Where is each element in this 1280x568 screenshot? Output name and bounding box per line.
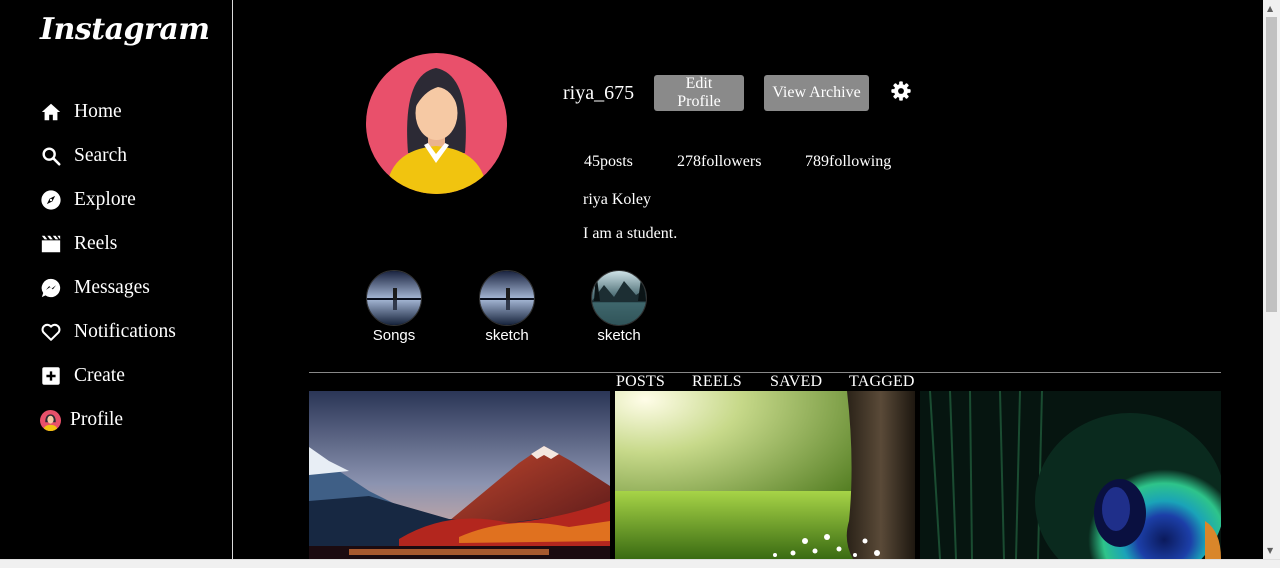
followers-count[interactable]: 278followers <box>677 153 761 171</box>
plus-square-icon <box>40 365 62 387</box>
highlight-label: sketch <box>485 327 529 344</box>
tab-reels[interactable]: REELS <box>692 373 742 391</box>
home-icon <box>40 101 62 123</box>
sidebar-item-search[interactable]: Search <box>40 134 176 178</box>
post-thumbnail[interactable] <box>920 391 1221 559</box>
story-highlight[interactable]: Songs <box>359 270 429 344</box>
sidebar-item-label: Messages <box>74 277 150 298</box>
compass-icon <box>40 189 62 211</box>
heart-icon <box>40 321 62 343</box>
gear-icon[interactable] <box>890 80 912 102</box>
sidebar-item-label: Create <box>74 365 125 386</box>
sidebar-item-profile[interactable]: Profile <box>40 398 176 442</box>
sidebar-item-home[interactable]: Home <box>40 90 176 134</box>
reels-icon <box>40 233 62 255</box>
highlight-label: Songs <box>372 327 416 344</box>
story-highlight[interactable]: sketch <box>584 270 654 344</box>
view-archive-button[interactable]: View Archive <box>764 75 869 111</box>
scroll-up-arrow-icon[interactable]: ▲ <box>1267 4 1273 13</box>
vertical-scrollbar[interactable]: ▲ ▼ <box>1263 0 1280 559</box>
tabs-divider <box>309 372 1221 373</box>
profile-avatar[interactable] <box>366 53 507 194</box>
sidebar-item-messages[interactable]: Messages <box>40 266 176 310</box>
highlight-thumbnail <box>479 270 535 326</box>
instagram-logo[interactable]: Instagram <box>40 12 210 47</box>
tab-saved[interactable]: SAVED <box>770 373 822 391</box>
post-thumbnail[interactable] <box>309 391 610 559</box>
profile-bio: I am a student. <box>583 225 678 242</box>
sidebar-item-create[interactable]: Create <box>40 354 176 398</box>
scrollbar-thumb[interactable] <box>1266 17 1277 312</box>
post-thumbnail[interactable] <box>615 391 915 559</box>
tab-posts[interactable]: POSTS <box>616 373 665 391</box>
scroll-down-arrow-icon[interactable]: ▼ <box>1267 546 1273 555</box>
story-highlight[interactable]: sketch <box>472 270 542 344</box>
sidebar-item-label: Search <box>74 145 128 166</box>
profile-full-name: riya Koley <box>583 191 651 208</box>
horizontal-scrollbar[interactable] <box>0 559 1280 568</box>
profile-main: riya_675 Edit Profile View Archive 45pos… <box>233 0 1263 559</box>
sidebar-item-label: Home <box>74 101 122 122</box>
sidebar-nav: Home Search Explore Reels Messages Notif… <box>40 90 176 442</box>
search-icon <box>40 145 62 167</box>
following-count[interactable]: 789following <box>805 153 891 171</box>
tab-tagged[interactable]: TAGGED <box>849 373 915 391</box>
avatar <box>40 409 61 431</box>
sidebar-item-reels[interactable]: Reels <box>40 222 176 266</box>
posts-count: 45posts <box>584 153 633 170</box>
message-icon <box>40 277 62 299</box>
sidebar-item-notifications[interactable]: Notifications <box>40 310 176 354</box>
edit-profile-button[interactable]: Edit Profile <box>654 75 744 111</box>
sidebar: Instagram Home Search Explore Reels Mess… <box>0 0 233 559</box>
profile-username: riya_675 <box>563 82 635 104</box>
sidebar-item-explore[interactable]: Explore <box>40 178 176 222</box>
highlight-thumbnail <box>591 270 647 326</box>
sidebar-item-label: Profile <box>70 409 124 430</box>
sidebar-item-label: Reels <box>74 233 118 254</box>
sidebar-item-label: Explore <box>74 189 136 210</box>
highlight-thumbnail <box>366 270 422 326</box>
sidebar-item-label: Notifications <box>74 321 176 342</box>
highlight-label: sketch <box>597 327 641 344</box>
